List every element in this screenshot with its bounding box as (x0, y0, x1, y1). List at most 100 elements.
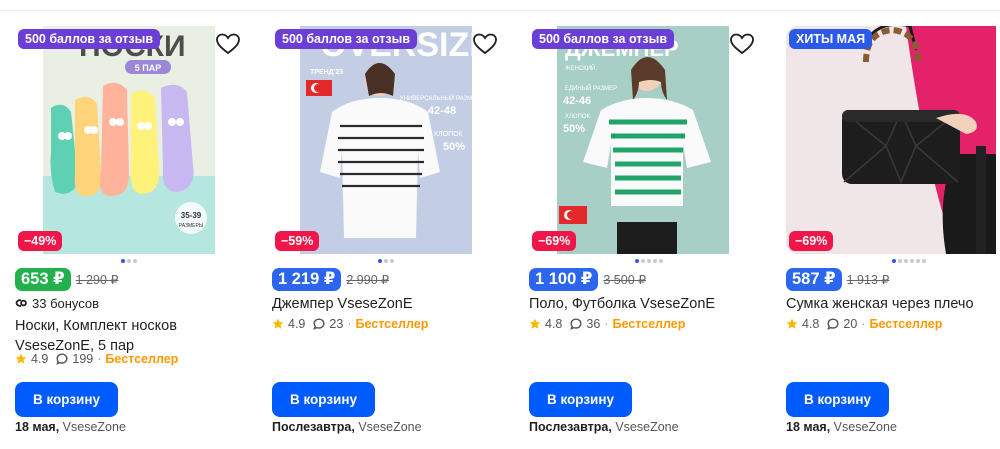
heart-icon[interactable] (472, 32, 498, 56)
rating-value: 4.8 (802, 317, 820, 331)
bestseller-label: Бестселлер (355, 317, 429, 331)
carousel-dot[interactable] (892, 259, 896, 263)
bestseller-label: Бестселлер (869, 317, 943, 331)
add-to-cart-button[interactable]: В корзину (529, 382, 632, 417)
old-price: 1 290 ₽ (75, 272, 119, 287)
discount-badge: −69% (532, 231, 577, 251)
comment-bubble-icon (313, 318, 325, 330)
old-price: 2 990 ₽ (346, 272, 390, 287)
svg-text:ТРЕНД'23: ТРЕНД'23 (310, 69, 343, 76)
carousel-dot[interactable] (653, 259, 657, 263)
delivery-info: 18 мая, VseseZone (786, 420, 897, 434)
comment-bubble-icon (56, 353, 68, 365)
seller-name[interactable]: VseseZone (615, 420, 678, 434)
svg-text:50%: 50% (443, 141, 465, 153)
carousel-dot[interactable] (378, 259, 382, 263)
rating-row: 4.8 36 · Бестселлер (529, 315, 685, 333)
carousel-dot[interactable] (922, 259, 926, 263)
add-to-cart-button[interactable]: В корзину (786, 382, 889, 417)
price-row: 1 219 ₽ 2 990 ₽ (272, 267, 389, 291)
product-title[interactable]: Джемпер VseseZonE (272, 294, 502, 314)
carousel-dot[interactable] (635, 259, 639, 263)
carousel-dot[interactable] (641, 259, 645, 263)
product-card[interactable]: ХИТЫ МАЯ −69% 587 ₽ 1 913 ₽ Сумка женска… (786, 26, 1000, 446)
carousel-dot[interactable] (127, 259, 131, 263)
bestseller-label: Бестселлер (105, 352, 179, 366)
reviews-count: 199 (72, 352, 94, 366)
separator-dot: · (97, 352, 102, 366)
star-icon (272, 318, 284, 329)
svg-text:5 ПАР: 5 ПАР (135, 63, 161, 73)
product-card[interactable]: OVERSIZE ТРЕНД'23 УНИВЕРСАЛЬНЫЙ РАЗМЕР 4… (272, 26, 500, 446)
price-row: 653 ₽ 1 290 ₽ (15, 267, 118, 291)
comment-bubble-icon (827, 318, 839, 330)
reviews-count: 36 (586, 317, 601, 331)
image-carousel-dots[interactable] (378, 259, 394, 263)
svg-text:УНИВЕРСАЛЬНЫЙ РАЗМЕР: УНИВЕРСАЛЬНЫЙ РАЗМЕР (400, 94, 480, 102)
carousel-dot[interactable] (384, 259, 388, 263)
price-row: 587 ₽ 1 913 ₽ (786, 267, 889, 291)
socks-photo: НОСКИ 5 ПАР 35-39 РАЗМЕРЫ (15, 26, 243, 254)
product-card[interactable]: ДЖЕМПЕР ЖЕНСКИЙ ЕДИНЫЙ РАЗМЕР 42-46 ХЛОП… (529, 26, 757, 446)
product-title[interactable]: Поло, Футболка VseseZonE (529, 294, 759, 314)
star-icon (786, 318, 798, 329)
heart-icon[interactable] (215, 32, 241, 56)
carousel-dot[interactable] (916, 259, 920, 263)
product-image[interactable]: OVERSIZE ТРЕНД'23 УНИВЕРСАЛЬНЫЙ РАЗМЕР 4… (272, 26, 500, 254)
discount-badge: −69% (789, 231, 834, 251)
carousel-dot[interactable] (647, 259, 651, 263)
carousel-dot[interactable] (910, 259, 914, 263)
seller-name[interactable]: VseseZone (63, 420, 126, 434)
seller-name[interactable]: VseseZone (834, 420, 897, 434)
bag-photo (786, 26, 1000, 254)
discount-badge: −59% (275, 231, 320, 251)
separator-dot: · (861, 317, 866, 331)
rating-value: 4.8 (545, 317, 563, 331)
carousel-dot[interactable] (390, 259, 394, 263)
svg-text:ЕДИНЫЙ РАЗМЕР: ЕДИНЫЙ РАЗМЕР (565, 84, 617, 92)
carousel-dot[interactable] (121, 259, 125, 263)
delivery-date: 18 мая, (15, 420, 60, 434)
svg-text:35-39: 35-39 (181, 211, 202, 220)
product-card[interactable]: НОСКИ 5 ПАР 35-39 РАЗМЕРЫ 500 баллов за … (15, 26, 243, 446)
rating-row: 4.9 199 · Бестселлер (15, 350, 178, 368)
product-title[interactable]: Сумка женская через плечо (786, 294, 1000, 314)
carousel-dot[interactable] (659, 259, 663, 263)
comment-bubble-icon (570, 318, 582, 330)
bonus-info: 33 бонусов (15, 294, 99, 312)
svg-text:РАЗМЕРЫ: РАЗМЕРЫ (179, 223, 204, 229)
product-image[interactable]: ХИТЫ МАЯ −69% (786, 26, 1000, 254)
jumper-photo: OVERSIZE ТРЕНД'23 УНИВЕРСАЛЬНЫЙ РАЗМЕР 4… (272, 26, 500, 254)
promo-badge: ХИТЫ МАЯ (789, 29, 873, 49)
old-price: 3 500 ₽ (603, 272, 647, 287)
rating-value: 4.9 (31, 352, 49, 366)
product-image[interactable]: НОСКИ 5 ПАР 35-39 РАЗМЕРЫ 500 баллов за … (15, 26, 243, 254)
star-icon (15, 353, 27, 364)
image-carousel-dots[interactable] (121, 259, 137, 263)
reviews-count: 23 (329, 317, 344, 331)
separator-dot: · (347, 317, 352, 331)
svg-text:ХЛОПОК: ХЛОПОК (433, 131, 463, 138)
reviews-count: 20 (843, 317, 858, 331)
image-carousel-dots[interactable] (635, 259, 663, 263)
separator-dot: · (604, 317, 609, 331)
price-row: 1 100 ₽ 3 500 ₽ (529, 267, 646, 291)
carousel-dot[interactable] (904, 259, 908, 263)
carousel-dot[interactable] (133, 259, 137, 263)
rating-value: 4.9 (288, 317, 306, 331)
add-to-cart-button[interactable]: В корзину (272, 382, 375, 417)
svg-text:42-46: 42-46 (563, 95, 591, 107)
image-carousel-dots[interactable] (892, 259, 926, 263)
delivery-date: 18 мая, (786, 420, 831, 434)
product-image[interactable]: ДЖЕМПЕР ЖЕНСКИЙ ЕДИНЫЙ РАЗМЕР 42-46 ХЛОП… (529, 26, 757, 254)
seller-name[interactable]: VseseZone (358, 420, 421, 434)
bestseller-label: Бестселлер (612, 317, 686, 331)
rating-row: 4.8 20 · Бестселлер (786, 315, 942, 333)
bonus-text: 33 бонусов (32, 295, 100, 311)
heart-icon[interactable] (729, 32, 755, 56)
svg-text:ЖЕНСКИЙ: ЖЕНСКИЙ (565, 64, 595, 72)
carousel-dot[interactable] (898, 259, 902, 263)
add-to-cart-button[interactable]: В корзину (15, 382, 118, 417)
polo-photo: ДЖЕМПЕР ЖЕНСКИЙ ЕДИНЫЙ РАЗМЕР 42-46 ХЛОП… (529, 26, 757, 254)
current-price: 653 ₽ (15, 267, 71, 291)
